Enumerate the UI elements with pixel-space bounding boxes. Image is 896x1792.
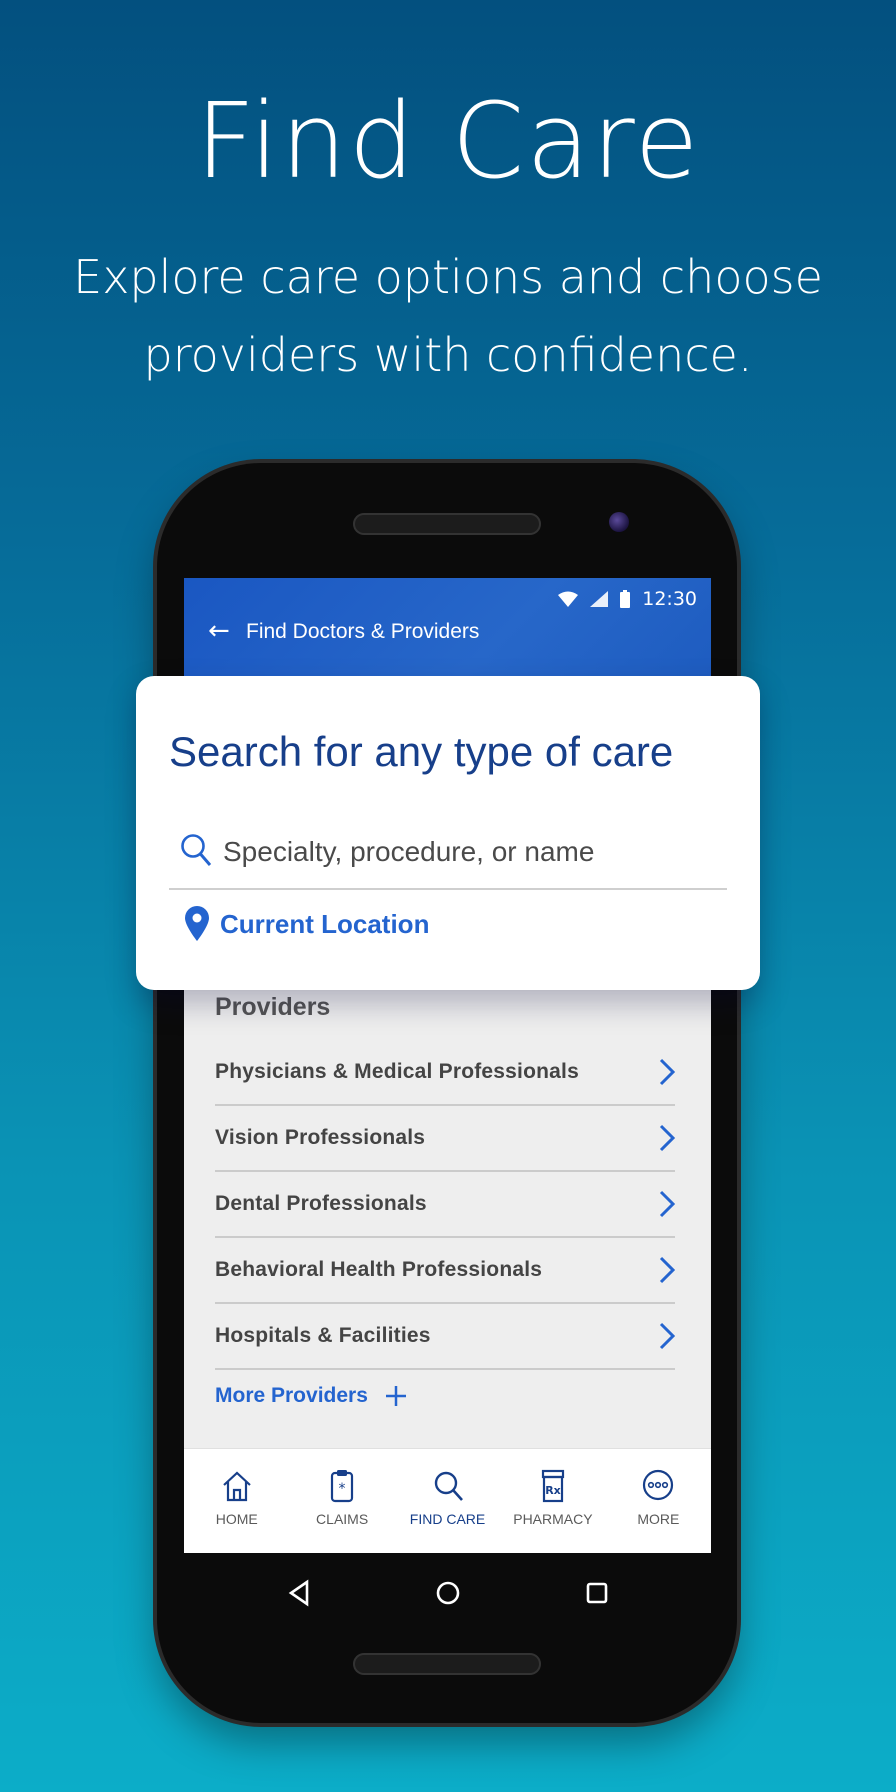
nav-label: CLAIMS (316, 1511, 369, 1527)
back-triangle-icon[interactable] (285, 1579, 313, 1607)
search-input[interactable] (221, 826, 725, 878)
search-field (169, 816, 727, 890)
wifi-icon (558, 591, 579, 607)
pill-bottle-icon: Rx (541, 1469, 565, 1503)
nav-claims[interactable]: * CLAIMS (289, 1449, 394, 1553)
search-icon (181, 834, 212, 866)
recents-square-icon[interactable] (583, 1579, 611, 1607)
svg-text:*: * (339, 1481, 346, 1497)
nav-home[interactable]: HOME (184, 1449, 289, 1553)
current-location-label: Current Location (220, 908, 430, 939)
provider-item-label: Vision Professionals (215, 1126, 426, 1149)
system-nav-bar (184, 1553, 711, 1633)
subheadline: Explore care options and choose provider… (73, 250, 823, 382)
svg-text:Rx: Rx (545, 1484, 561, 1497)
bottom-speaker (353, 1653, 541, 1675)
providers-section: Providers Physicians & Medical Professio… (215, 993, 675, 1408)
provider-item-physicians[interactable]: Physicians & Medical Professionals (215, 1040, 675, 1106)
headline: Find Care (195, 80, 701, 202)
more-icon (643, 1469, 674, 1501)
plus-icon (385, 1386, 406, 1406)
provider-item-label: Dental Professionals (215, 1192, 427, 1215)
providers-heading: Providers (215, 993, 331, 1021)
provider-item-vision[interactable]: Vision Professionals (215, 1106, 675, 1172)
current-location-button[interactable]: Current Location (184, 906, 429, 942)
search-card-title: Search for any type of care (169, 728, 674, 775)
top-speaker (353, 513, 541, 535)
nav-label: HOME (215, 1511, 258, 1527)
search-icon (434, 1471, 463, 1501)
nav-label: MORE (637, 1511, 680, 1527)
provider-item-behavioral[interactable]: Behavioral Health Professionals (215, 1238, 675, 1304)
bottom-nav: HOME * CLAIMS FIND CARE Rx PHARMACY MORE (184, 1448, 711, 1553)
appbar-title: Find Doctors & Providers (246, 620, 480, 643)
signal-icon (590, 591, 609, 607)
battery-icon (620, 590, 631, 608)
chevron-right-icon (659, 1058, 675, 1086)
nav-find-care[interactable]: FIND CARE (395, 1449, 500, 1553)
nav-label: FIND CARE (409, 1511, 486, 1527)
more-providers-label: More Providers (215, 1384, 368, 1407)
chevron-right-icon (659, 1190, 675, 1218)
search-card: Search for any type of care Current Loca… (136, 676, 760, 990)
status-bar: 12:30 (558, 588, 697, 610)
home-icon (222, 1471, 251, 1502)
home-circle-icon[interactable] (434, 1579, 462, 1607)
location-pin-icon (185, 906, 209, 941)
nav-pharmacy[interactable]: Rx PHARMACY (500, 1449, 605, 1553)
chevron-right-icon (659, 1322, 675, 1350)
chevron-right-icon (659, 1256, 675, 1284)
provider-item-label: Hospitals & Facilities (215, 1324, 431, 1347)
nav-label: PHARMACY (513, 1511, 593, 1527)
provider-item-label: Behavioral Health Professionals (215, 1258, 543, 1281)
provider-item-hospitals[interactable]: Hospitals & Facilities (215, 1304, 675, 1370)
provider-item-dental[interactable]: Dental Professionals (215, 1172, 675, 1238)
more-providers-button[interactable]: More Providers (215, 1384, 675, 1408)
front-camera (609, 512, 629, 532)
chevron-right-icon (659, 1124, 675, 1152)
clipboard-icon: * (331, 1470, 354, 1503)
app-bar: 12:30 ← Find Doctors & Providers (184, 578, 711, 678)
nav-more[interactable]: MORE (606, 1449, 711, 1553)
provider-item-label: Physicians & Medical Professionals (215, 1060, 579, 1083)
back-arrow-icon[interactable]: ← (208, 618, 230, 644)
status-time: 12:30 (642, 588, 697, 610)
phone-device: 12:30 ← Find Doctors & Providers Provide… (157, 463, 737, 1723)
